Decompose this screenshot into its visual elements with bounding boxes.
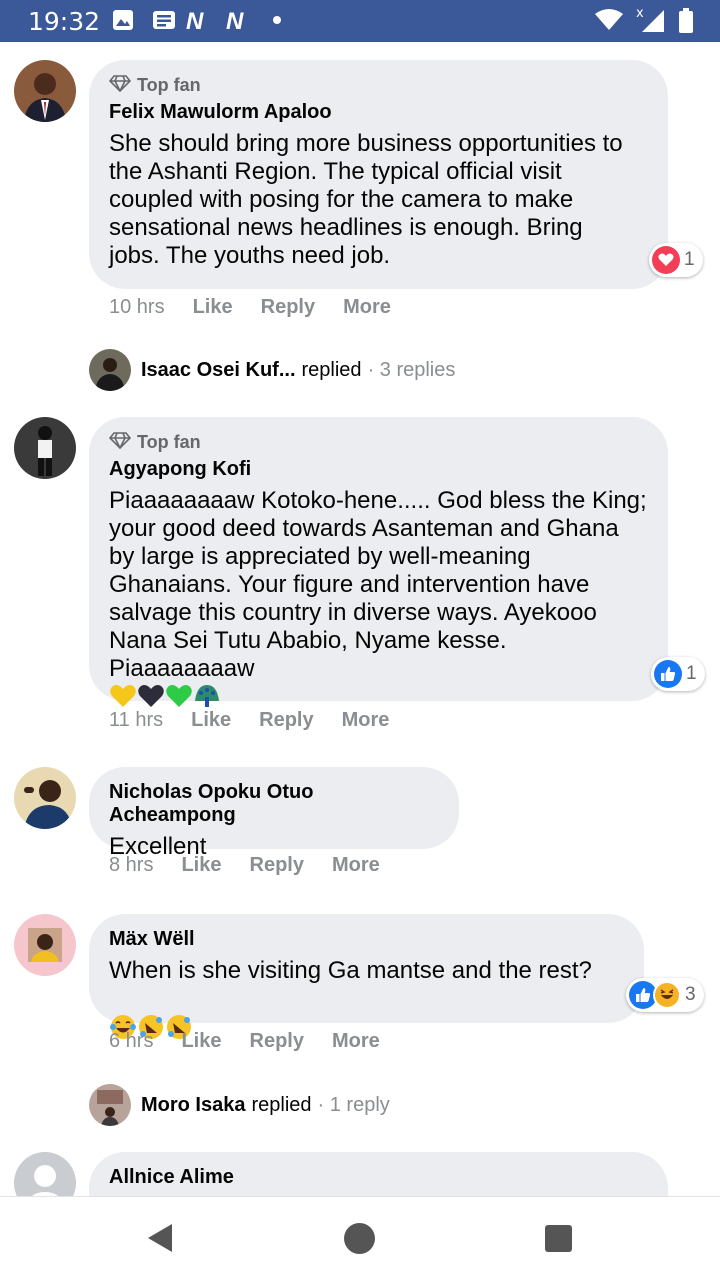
comment-meta: 10 hrs Like Reply More <box>109 296 419 319</box>
avatar[interactable] <box>14 914 76 976</box>
comment-meta: 11 hrs Like Reply More <box>109 709 417 732</box>
status-time: 19:32 <box>28 7 101 36</box>
reply-count: · 3 replies <box>367 358 456 381</box>
comment-time: 6 hrs <box>109 1030 154 1052</box>
reaction-count: 3 <box>685 984 696 1005</box>
home-icon[interactable] <box>344 1223 375 1254</box>
avatar[interactable] <box>14 417 76 479</box>
reaction-count: 1 <box>686 663 697 684</box>
dot-icon <box>273 16 281 24</box>
reply-count: · 1 reply <box>317 1093 390 1116</box>
like-button[interactable]: Like <box>181 1030 221 1053</box>
wifi-icon <box>594 8 624 37</box>
reply-button[interactable]: Reply <box>250 1030 304 1053</box>
avatar[interactable] <box>14 767 76 829</box>
view-replies-link[interactable]: Isaac Osei Kuf... replied · 3 replies <box>89 349 455 391</box>
haha-icon <box>653 981 681 1009</box>
battery-icon <box>678 8 694 39</box>
replier-name: Moro Isaka <box>141 1093 246 1116</box>
more-button[interactable]: More <box>332 854 380 877</box>
comment-bubble[interactable]: Allnice Alime <box>89 1152 668 1196</box>
comment-bubble[interactable]: Nicholas Opoku Otuo Acheampong Excellent <box>89 767 459 860</box>
more-button[interactable]: More <box>332 1030 380 1053</box>
like-button[interactable]: Like <box>193 296 233 319</box>
diamond-icon <box>108 74 132 97</box>
reaction-summary[interactable]: 1 <box>649 243 703 277</box>
heart-icon <box>652 246 680 274</box>
comment-time: 11 hrs <box>109 709 164 731</box>
comment-author[interactable]: Agyapong Kofi <box>109 458 648 481</box>
reaction-summary[interactable]: 1 <box>651 657 705 691</box>
like-icon <box>654 660 682 688</box>
mail-icon <box>152 9 176 36</box>
more-button[interactable]: More <box>343 296 391 319</box>
comment-text: Piaaaaaaaaw Kotoko-hene..... God bless t… <box>109 487 648 716</box>
comment-author[interactable]: Mäx Wëll <box>109 928 624 951</box>
avatar[interactable] <box>14 1152 76 1196</box>
signal-icon: x <box>636 6 666 39</box>
top-fan-badge: Top fan <box>108 431 648 454</box>
avatar <box>89 1084 131 1126</box>
comments-feed[interactable]: Top fan Felix Mawulorm Apaloo She should… <box>0 42 720 1196</box>
comment-author[interactable]: Allnice Alime <box>109 1166 648 1189</box>
top-fan-badge: Top fan <box>108 74 648 97</box>
like-button[interactable]: Like <box>191 709 231 732</box>
gallery-icon <box>112 9 134 36</box>
comment-author[interactable]: Felix Mawulorm Apaloo <box>109 101 648 124</box>
comment-bubble[interactable]: Top fan Agyapong Kofi Piaaaaaaaaw Kotoko… <box>89 417 668 707</box>
comment-bubble[interactable]: Top fan Felix Mawulorm Apaloo She should… <box>89 60 668 289</box>
svg-text:x: x <box>636 6 644 21</box>
comment-time: 8 hrs <box>109 854 154 876</box>
more-button[interactable]: More <box>342 709 390 732</box>
comment-text: She should bring more business opportuni… <box>109 130 623 269</box>
replier-name: Isaac Osei Kuf... <box>141 358 296 381</box>
n-app-icon: N <box>186 8 203 35</box>
like-button[interactable]: Like <box>181 854 221 877</box>
comment-time: 10 hrs <box>109 296 165 318</box>
reaction-count: 1 <box>684 249 695 270</box>
back-icon[interactable] <box>146 1222 174 1259</box>
navigation-bar <box>0 1196 720 1280</box>
comment-meta: 8 hrs Like Reply More <box>109 854 408 877</box>
comment-meta: 6 hrs Like Reply More <box>109 1030 408 1053</box>
comment-author[interactable]: Nicholas Opoku Otuo Acheampong <box>109 781 439 827</box>
comment-bubble[interactable]: Mäx Wëll When is she visiting Ga mantse … <box>89 914 644 1039</box>
reaction-summary[interactable]: 3 <box>626 978 704 1012</box>
avatar <box>89 349 131 391</box>
diamond-icon <box>108 431 132 454</box>
avatar[interactable] <box>14 60 76 122</box>
n-app-icon: N <box>226 8 244 35</box>
view-replies-link[interactable]: Moro Isaka replied · 1 reply <box>89 1084 390 1126</box>
reply-button[interactable]: Reply <box>261 296 315 319</box>
reply-button[interactable]: Reply <box>259 709 313 732</box>
status-bar: 19:32 N N x <box>0 0 720 42</box>
reply-button[interactable]: Reply <box>250 854 304 877</box>
recents-icon[interactable] <box>545 1225 572 1252</box>
